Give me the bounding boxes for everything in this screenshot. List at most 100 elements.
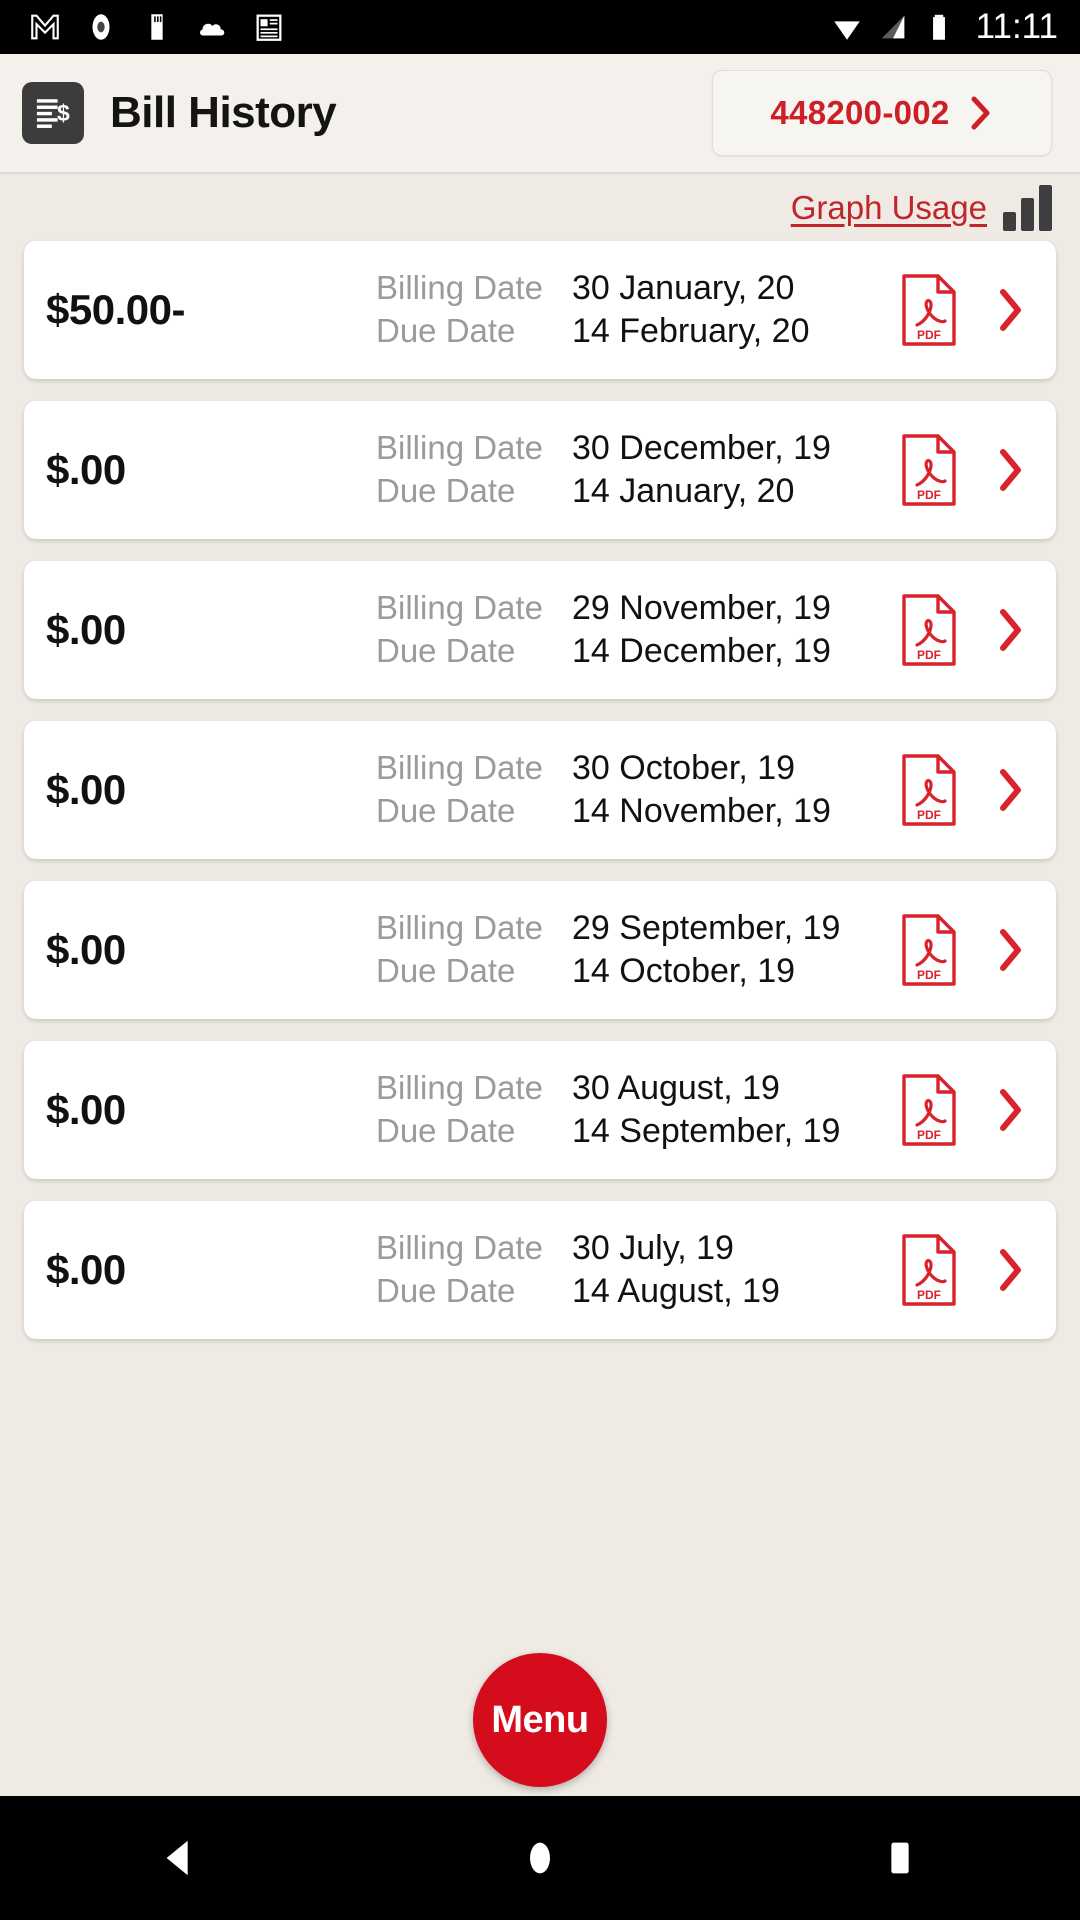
bill-row[interactable]: $.00 Billing Date 29 November, 19 Due Da… xyxy=(24,561,1056,699)
nav-recents-button[interactable] xyxy=(720,1835,1080,1881)
due-date-label: Due Date xyxy=(376,1112,516,1149)
bill-row[interactable]: $50.00- Billing Date 30 January, 20 Due … xyxy=(24,241,1056,379)
record-icon xyxy=(92,14,110,40)
svg-text:PDF: PDF xyxy=(917,488,941,502)
status-bar-clock: 11:11 xyxy=(975,7,1058,46)
pdf-file-icon: PDF xyxy=(902,754,956,826)
graph-usage-link[interactable]: Graph Usage xyxy=(791,189,987,227)
bill-amount: $.00 xyxy=(46,446,126,493)
due-date-value: 14 November, 19 xyxy=(572,792,831,830)
due-date-label: Due Date xyxy=(376,952,516,989)
pdf-file-icon: PDF xyxy=(902,1234,956,1306)
billing-date-value: 29 September, 19 xyxy=(572,909,841,947)
billing-date-row: Billing Date 30 August, 19 xyxy=(376,1069,898,1108)
download-pdf-button[interactable]: PDF xyxy=(898,911,960,989)
billing-date-label: Billing Date xyxy=(376,1069,543,1106)
account-selector-button[interactable]: 448200-002 xyxy=(712,70,1052,156)
due-date-value: 14 February, 20 xyxy=(572,312,810,350)
chevron-right-icon xyxy=(1000,449,1021,491)
pdf-file-icon: PDF xyxy=(902,274,956,346)
download-pdf-button[interactable]: PDF xyxy=(898,751,960,829)
bill-row[interactable]: $.00 Billing Date 30 July, 19 Due Date 1… xyxy=(24,1201,1056,1339)
bill-amount: $50.00- xyxy=(46,286,185,333)
billing-date-value: 30 October, 19 xyxy=(572,749,796,787)
phone-screen: 11:11 $ Bill History 448200-002 Graph Us… xyxy=(0,0,1080,1920)
bill-detail-chevron-button[interactable] xyxy=(988,920,1032,980)
home-circle-icon xyxy=(530,1842,550,1874)
chevron-right-icon xyxy=(971,96,990,130)
news-icon xyxy=(256,14,282,41)
bill-detail-chevron-button[interactable] xyxy=(988,440,1032,500)
bill-row[interactable]: $.00 Billing Date 30 December, 19 Due Da… xyxy=(24,401,1056,539)
android-navigation-bar xyxy=(0,1796,1080,1920)
status-bar-system-icons: 11:11 xyxy=(830,7,1058,47)
billing-date-label: Billing Date xyxy=(376,1229,543,1266)
due-date-label: Due Date xyxy=(376,312,516,349)
billing-date-label: Billing Date xyxy=(376,589,543,626)
chevron-right-icon xyxy=(1000,289,1021,331)
download-pdf-button[interactable]: PDF xyxy=(898,271,960,349)
billing-date-row: Billing Date 30 January, 20 xyxy=(376,269,898,308)
nav-back-button[interactable] xyxy=(0,1835,360,1881)
bill-detail-chevron-button[interactable] xyxy=(988,760,1032,820)
bill-dates: Billing Date 30 December, 19 Due Date 14… xyxy=(376,429,898,511)
svg-text:PDF: PDF xyxy=(917,1288,941,1302)
account-number-label: 448200-002 xyxy=(770,94,950,131)
bill-detail-chevron-button[interactable] xyxy=(988,280,1032,340)
nav-home-button[interactable] xyxy=(360,1835,720,1881)
recents-square-icon xyxy=(891,1842,909,1874)
bill-dollar-icon: $ xyxy=(22,82,84,144)
svg-text:$: $ xyxy=(57,100,70,126)
due-date-row: Due Date 14 September, 19 xyxy=(376,1112,898,1151)
page-title: Bill History xyxy=(110,88,337,137)
status-bar-notification-icons xyxy=(28,10,830,44)
due-date-value: 14 October, 19 xyxy=(572,952,796,990)
billing-date-row: Billing Date 30 July, 19 xyxy=(376,1229,898,1268)
billing-date-label: Billing Date xyxy=(376,909,543,946)
bill-detail-chevron-button[interactable] xyxy=(988,1080,1032,1140)
due-date-label: Due Date xyxy=(376,632,516,669)
bill-row[interactable]: $.00 Billing Date 29 September, 19 Due D… xyxy=(24,881,1056,1019)
due-date-row: Due Date 14 January, 20 xyxy=(376,472,898,511)
download-pdf-button[interactable]: PDF xyxy=(898,1231,960,1309)
pdf-file-icon: PDF xyxy=(902,914,956,986)
status-bar: 11:11 xyxy=(0,0,1080,54)
menu-fab-button[interactable]: Menu xyxy=(473,1653,607,1787)
chevron-right-icon xyxy=(1000,1089,1021,1131)
download-pdf-button[interactable]: PDF xyxy=(898,591,960,669)
bill-dollar-glyph: $ xyxy=(36,99,70,128)
bar-chart-icon[interactable] xyxy=(1003,185,1052,231)
bill-row[interactable]: $.00 Billing Date 30 October, 19 Due Dat… xyxy=(24,721,1056,859)
svg-text:PDF: PDF xyxy=(917,1128,941,1142)
download-pdf-button[interactable]: PDF xyxy=(898,431,960,509)
billing-date-row: Billing Date 30 October, 19 xyxy=(376,749,898,788)
chevron-right-icon xyxy=(1000,769,1021,811)
svg-text:PDF: PDF xyxy=(917,968,941,982)
chevron-right-icon xyxy=(1000,1249,1021,1291)
due-date-row: Due Date 14 December, 19 xyxy=(376,632,898,671)
bill-detail-chevron-button[interactable] xyxy=(988,600,1032,660)
bill-row[interactable]: $.00 Billing Date 30 August, 19 Due Date… xyxy=(24,1041,1056,1179)
due-date-label: Due Date xyxy=(376,1272,516,1309)
bill-dates: Billing Date 30 January, 20 Due Date 14 … xyxy=(376,269,898,351)
pdf-file-icon: PDF xyxy=(902,434,956,506)
billing-date-value: 30 July, 19 xyxy=(572,1229,734,1267)
due-date-value: 14 December, 19 xyxy=(572,632,831,670)
app-bar: $ Bill History 448200-002 xyxy=(0,54,1080,172)
bill-amount: $.00 xyxy=(46,926,126,973)
cellular-signal-icon xyxy=(881,15,904,39)
bill-amount: $.00 xyxy=(46,1246,126,1293)
pdf-file-icon: PDF xyxy=(902,594,956,666)
bill-dates: Billing Date 30 October, 19 Due Date 14 … xyxy=(376,749,898,831)
graph-usage-row[interactable]: Graph Usage xyxy=(791,172,1052,244)
due-date-label: Due Date xyxy=(376,792,516,829)
svg-text:PDF: PDF xyxy=(917,328,941,342)
billing-date-value: 30 January, 20 xyxy=(572,269,795,307)
bill-dates: Billing Date 29 September, 19 Due Date 1… xyxy=(376,909,898,991)
billing-date-value: 30 December, 19 xyxy=(572,429,831,467)
bill-detail-chevron-button[interactable] xyxy=(988,1240,1032,1300)
billing-date-label: Billing Date xyxy=(376,269,543,306)
svg-text:PDF: PDF xyxy=(917,648,941,662)
download-pdf-button[interactable]: PDF xyxy=(898,1071,960,1149)
due-date-row: Due Date 14 August, 19 xyxy=(376,1272,898,1311)
